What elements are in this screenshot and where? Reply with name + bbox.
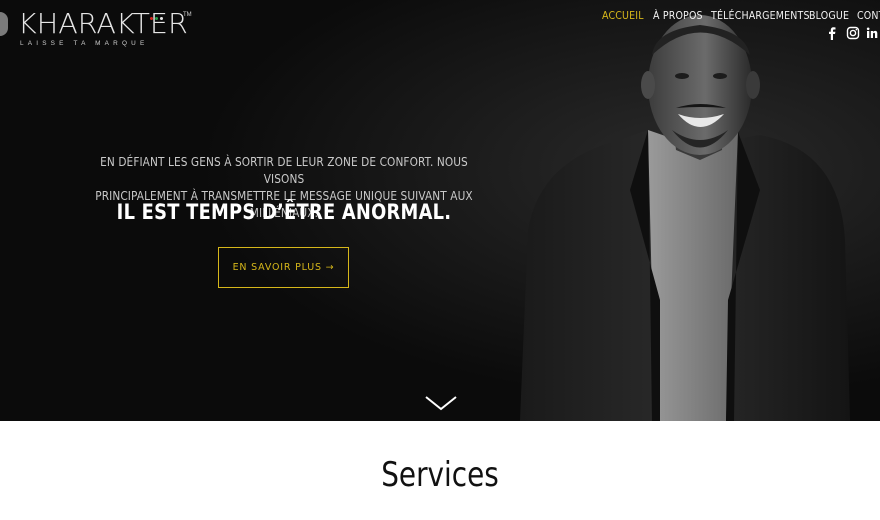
logo-trademark: TM [183,12,192,18]
site-logo[interactable]: KHARAKTER TM LAISSE TA MARQUE [0,4,200,48]
logo-dot-red [150,17,153,20]
hero-headline: IL EST TEMPS D’ÊTRE ANORMAL. [116,200,452,224]
nav-item-contact[interactable]: CONT [857,9,880,22]
nav-item-blogue[interactable]: BLOGUE [809,9,849,22]
learn-more-button[interactable]: EN SAVOIR PLUS → [218,247,349,288]
logo-tagline: LAISSE TA MARQUE [20,40,149,47]
linkedin-icon[interactable] [866,26,878,40]
social-links [826,26,878,40]
instagram-icon[interactable] [846,26,860,40]
nav-item-telechargements[interactable]: TÉLÉCHARGEMENTS [711,9,810,22]
hero-section: KHARAKTER TM LAISSE TA MARQUE ACCUEIL À … [0,0,880,421]
nav-item-accueil[interactable]: ACCUEIL [602,9,644,22]
nav-item-a-propos[interactable]: À PROPOS [653,9,703,22]
services-heading: Services [381,455,499,495]
main-navigation: ACCUEIL À PROPOS TÉLÉCHARGEMENTS BLOGUE … [602,6,880,24]
scroll-down-chevron-icon[interactable] [424,394,458,412]
logo-dot-green [155,17,158,20]
logo-emblem-icon [0,12,8,36]
hero-subtitle-line-1: EN DÉFIANT LES GENS À SORTIR DE LEUR ZON… [100,155,468,186]
logo-color-dots [150,7,165,25]
logo-dot-white [160,17,163,20]
facebook-icon[interactable] [826,26,838,40]
